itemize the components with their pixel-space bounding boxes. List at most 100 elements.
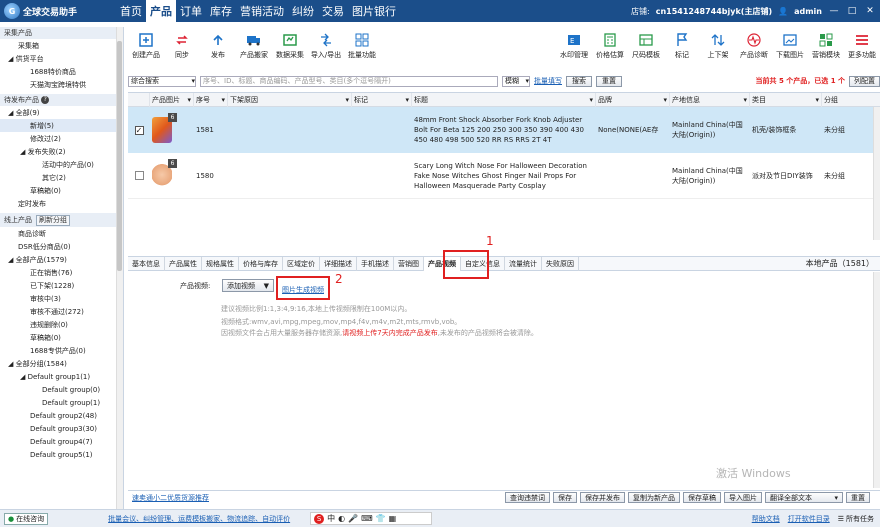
sidebar-item-group[interactable]: Default group3(30) bbox=[0, 422, 123, 435]
save-and-publish-button[interactable]: 保存并发布 bbox=[580, 492, 625, 503]
online-consult-button[interactable]: ● 在线咨询 bbox=[4, 512, 49, 525]
store-selector[interactable]: cn1541248744bjyk(主店铺) bbox=[656, 6, 772, 17]
nav-tab-products[interactable]: 产品 bbox=[146, 0, 176, 22]
tab-regional-pricing[interactable]: 区域定价 bbox=[283, 256, 320, 271]
translate-all-button[interactable]: 翻译全部文本 ▾ bbox=[765, 492, 843, 503]
save-button[interactable]: 保存 bbox=[553, 492, 577, 503]
table-row[interactable]: ✓ 6 1581 48mm Front Shock Absorber Fork … bbox=[128, 107, 880, 153]
all-tasks-button[interactable]: ☰ 所有任务 bbox=[838, 514, 874, 524]
collapse-icon[interactable]: ◢ bbox=[8, 109, 16, 117]
col-header-reason[interactable]: 下架原因 ▾ bbox=[228, 93, 352, 107]
sidebar-item-all-pending[interactable]: ◢ 全部(9) bbox=[0, 106, 123, 119]
tab-product-attributes[interactable]: 产品属性 bbox=[165, 256, 202, 271]
sync-button[interactable]: 同步 bbox=[164, 28, 200, 60]
col-header-image[interactable]: 产品图片 ▾ bbox=[150, 93, 194, 107]
product-thumbnail[interactable]: 6 bbox=[152, 113, 177, 143]
tab-spec-attributes[interactable]: 规格属性 bbox=[202, 256, 239, 271]
sidebar-item-group[interactable]: ◢ Default group1(1) bbox=[0, 370, 123, 383]
search-type-select[interactable]: 综合搜索 ▾ bbox=[128, 75, 196, 87]
sidebar-scroll-thumb[interactable] bbox=[117, 41, 122, 271]
batch-fill-link[interactable]: 批量填写 bbox=[534, 76, 562, 86]
sidebar-item-group[interactable]: Default group(0) bbox=[0, 383, 123, 396]
sidebar-item-in-activity[interactable]: 活动中的产品(0) bbox=[0, 158, 123, 171]
tab-description[interactable]: 详细描述 bbox=[320, 256, 357, 271]
search-input[interactable]: 序号、ID、标题、商品编码、产品型号、类目(多个逗号隔开) bbox=[200, 75, 498, 87]
maximize-icon[interactable]: □ bbox=[846, 6, 858, 16]
search-button[interactable]: 搜索 bbox=[566, 75, 592, 87]
mark-button[interactable]: 标记 bbox=[664, 28, 700, 60]
product-diagnosis-button[interactable]: 产品诊断 bbox=[736, 28, 772, 60]
sidebar-section-pending[interactable]: 待发布产品 ? bbox=[0, 94, 123, 106]
product-move-button[interactable]: 产品搬家 bbox=[236, 28, 272, 60]
data-collect-button[interactable]: 数据采集 bbox=[272, 28, 308, 60]
ime-toolbar[interactable]: S 中 ◐ 🎤 ⌨ 👕 ▦ bbox=[310, 512, 433, 525]
import-export-button[interactable]: 导入/导出 bbox=[308, 28, 344, 60]
sidebar-item-group[interactable]: Default group(1) bbox=[0, 396, 123, 409]
sidebar-item-supply-platform[interactable]: ◢ 供货平台 bbox=[0, 52, 123, 65]
tab-traffic-stats[interactable]: 流量统计 bbox=[505, 256, 542, 271]
collapse-icon[interactable]: ◢ bbox=[20, 148, 28, 156]
check-banned-words-button[interactable]: 查询违禁词 bbox=[505, 492, 550, 503]
sidebar-item-group[interactable]: Default group5(1) bbox=[0, 448, 123, 461]
help-icon[interactable]: ? bbox=[41, 96, 50, 104]
sidebar-item-1688-exclusive[interactable]: 1688专供产品(0) bbox=[0, 344, 123, 357]
tab-failure-reason[interactable]: 失败原因 bbox=[542, 256, 579, 271]
column-config-button[interactable]: 列配置 bbox=[849, 75, 880, 87]
help-docs-link[interactable]: 帮助文档 bbox=[752, 514, 780, 524]
sidebar-item-1688-special[interactable]: 1688特价商品 bbox=[0, 65, 123, 78]
col-header-mark[interactable]: 标记 ▾ bbox=[352, 93, 412, 107]
sidebar-item-group[interactable]: Default group4(7) bbox=[0, 435, 123, 448]
publish-button[interactable]: 发布 bbox=[200, 28, 236, 60]
open-software-dir-link[interactable]: 打开软件目录 bbox=[788, 514, 830, 524]
tab-basic-info[interactable]: 基本信息 bbox=[128, 256, 165, 271]
sidebar-section-online[interactable]: 线上产品 刷新分组 bbox=[0, 213, 123, 227]
more-functions-button[interactable]: 更多功能 bbox=[844, 28, 880, 60]
row-checkbox[interactable] bbox=[128, 171, 150, 180]
nav-tab-trade[interactable]: 交易 bbox=[318, 0, 348, 22]
size-template-button[interactable]: 尺码模板 bbox=[628, 28, 664, 60]
sidebar-item-group[interactable]: Default group2(48) bbox=[0, 409, 123, 422]
panel-scrollbar[interactable] bbox=[873, 272, 880, 488]
reset-form-button[interactable]: 重置 bbox=[846, 492, 870, 503]
col-header-title[interactable]: 标题 ▾ bbox=[412, 93, 596, 107]
reset-button[interactable]: 重置 bbox=[596, 75, 622, 87]
col-header-origin[interactable]: 产地信息 ▾ bbox=[670, 93, 750, 107]
sidebar-item-modified[interactable]: 修改过(2) bbox=[0, 132, 123, 145]
shelf-toggle-button[interactable]: 上下架 bbox=[700, 28, 736, 60]
watermark-button[interactable]: E 水印管理 bbox=[556, 28, 592, 60]
sidebar-item-reviewing[interactable]: 审核中(3) bbox=[0, 292, 123, 305]
download-images-button[interactable]: 下载图片 bbox=[772, 28, 808, 60]
table-scrollbar[interactable] bbox=[873, 107, 880, 240]
sidebar-item-tmall-taobao[interactable]: 天猫淘宝跨境特供 bbox=[0, 78, 123, 91]
col-header-brand[interactable]: 品牌 ▾ bbox=[596, 93, 670, 107]
sidebar-item-all-groups[interactable]: ◢ 全部分组(1584) bbox=[0, 357, 123, 370]
row-checkbox[interactable]: ✓ bbox=[128, 125, 150, 135]
sidebar-item-collect-box[interactable]: 采集箱 bbox=[0, 39, 123, 52]
sidebar-item-drafts[interactable]: 草稿箱(0) bbox=[0, 184, 123, 197]
nav-tab-home[interactable]: 首页 bbox=[116, 0, 146, 22]
col-header-category[interactable]: 类目 ▾ bbox=[750, 93, 822, 107]
sidebar-item-diagnosis[interactable]: 商品诊断 bbox=[0, 227, 123, 240]
product-image-cell[interactable]: 6 bbox=[150, 113, 194, 143]
collapse-icon[interactable]: ◢ bbox=[8, 256, 16, 264]
collapse-icon[interactable]: ◢ bbox=[20, 373, 28, 381]
nav-tab-inventory[interactable]: 库存 bbox=[206, 0, 236, 22]
sidebar-item-review-failed[interactable]: 审核不通过(272) bbox=[0, 305, 123, 318]
sidebar-section-collect[interactable]: 采集产品 bbox=[0, 27, 123, 39]
sidebar-item-new[interactable]: 新增(5) bbox=[0, 119, 123, 132]
nav-tab-marketing[interactable]: 营销活动 bbox=[236, 0, 288, 22]
select-all-column[interactable] bbox=[128, 93, 150, 107]
tab-marketing-image[interactable]: 营销图 bbox=[394, 256, 424, 271]
col-header-group[interactable]: 分组 bbox=[822, 93, 872, 107]
sidebar-item-publish-failed[interactable]: ◢ 发布失败(2) bbox=[0, 145, 123, 158]
minimize-icon[interactable]: — bbox=[828, 6, 840, 16]
collapse-icon[interactable]: ◢ bbox=[8, 55, 16, 63]
sidebar-item-other[interactable]: 其它(2) bbox=[0, 171, 123, 184]
import-images-button[interactable]: 导入图片 bbox=[724, 492, 762, 503]
batch-function-button[interactable]: 批量功能 bbox=[344, 28, 380, 60]
sidebar-item-online-drafts[interactable]: 草稿箱(0) bbox=[0, 331, 123, 344]
product-thumbnail[interactable]: 6 bbox=[152, 158, 177, 189]
sidebar-item-all-products[interactable]: ◢ 全部产品(1579) bbox=[0, 253, 123, 266]
close-icon[interactable]: ✕ bbox=[864, 6, 876, 16]
sidebar-item-on-sale[interactable]: 正在销售(76) bbox=[0, 266, 123, 279]
